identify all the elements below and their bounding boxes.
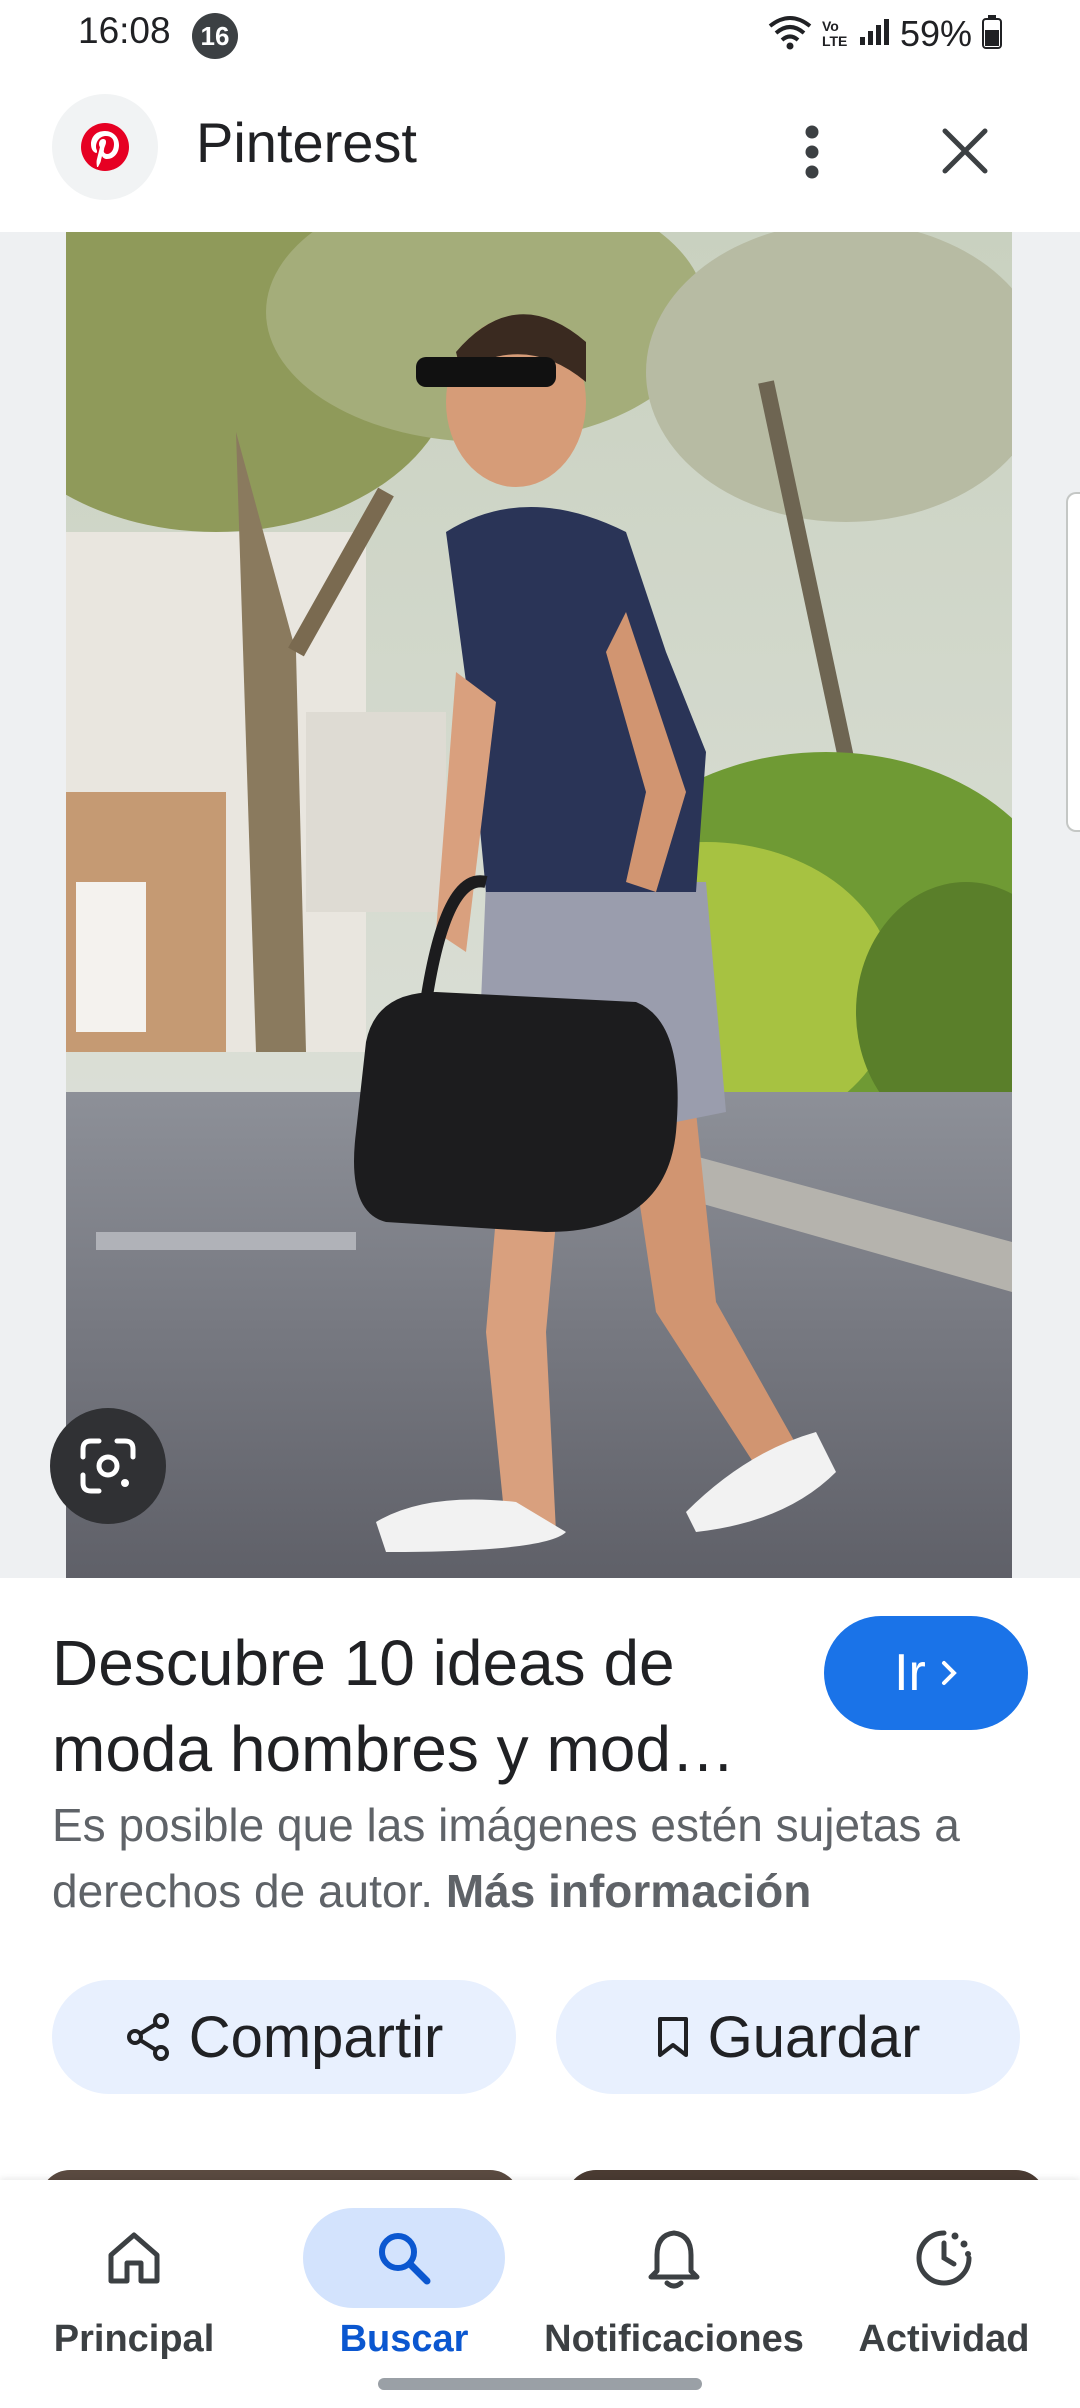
chevron-right-icon [941, 1661, 957, 1685]
nav-label-principal: Principal [53, 2318, 215, 2360]
gesture-bar[interactable] [378, 2378, 702, 2390]
share-label: Compartir [188, 2004, 444, 2070]
image-viewer [0, 232, 1080, 1578]
wifi-icon [768, 14, 812, 55]
copyright-notice: Es posible que las imágenes estén sujeta… [52, 1792, 1042, 1924]
nav-item-notificaciones[interactable]: Notificaciones [544, 2194, 804, 2374]
status-time: 16:08 [78, 10, 171, 51]
battery-icon [982, 14, 1002, 54]
side-panel-handle[interactable] [1066, 492, 1080, 832]
lens-search-button[interactable] [50, 1408, 166, 1524]
fashion-photo [66, 232, 1012, 1578]
nav-item-principal[interactable]: Principal [4, 2194, 264, 2374]
google-lens-icon [80, 1438, 136, 1494]
site-name: Pinterest [196, 111, 417, 174]
pinterest-logo [52, 94, 158, 200]
bell-icon [648, 2230, 700, 2289]
save-button[interactable]: Guardar [556, 1980, 1020, 2094]
status-bar: 16:08 16 Vo LTE 59% [0, 0, 1080, 68]
status-indicators: Vo LTE 59% [768, 12, 1002, 56]
share-button[interactable]: Compartir [52, 1980, 516, 2094]
go-to-site-button[interactable]: Ir [824, 1616, 1028, 1730]
nav-item-buscar[interactable]: Buscar [274, 2194, 534, 2374]
volte-label: Vo LTE [821, 18, 848, 49]
share-icon [126, 2013, 169, 2061]
more-info-link[interactable]: Más información [446, 1865, 812, 1917]
result-title[interactable]: Descubre 10 ideas de moda hombres y mod… [52, 1620, 792, 1792]
source-header: Pinterest [0, 80, 1080, 230]
notification-count-badge: 16 [192, 13, 238, 59]
more-vert-icon [805, 125, 819, 179]
battery-percentage: 59% [899, 13, 972, 54]
nav-label-actividad: Actividad [858, 2318, 1030, 2360]
signal-icon [858, 17, 890, 52]
result-image[interactable] [66, 232, 1012, 1578]
page: 16:08 16 Vo LTE 59% Pinterest Descubre 1… [0, 0, 1080, 2408]
more-options-button[interactable] [780, 110, 844, 194]
nav-label-notificaciones: Notificaciones [544, 2318, 804, 2360]
home-icon [108, 2232, 160, 2284]
nav-item-actividad[interactable]: Actividad [814, 2194, 1074, 2374]
save-label: Guardar [707, 2004, 921, 2070]
bottom-navigation: Principal Buscar Notificaciones Activida… [0, 2180, 1080, 2408]
nav-label-buscar: Buscar [339, 2318, 469, 2360]
close-button[interactable] [930, 116, 1000, 186]
close-icon [942, 128, 988, 174]
activity-icon [916, 2230, 972, 2286]
search-icon [379, 2233, 431, 2285]
bookmark-icon [657, 2017, 688, 2057]
go-button-label: Ir [894, 1644, 926, 1702]
